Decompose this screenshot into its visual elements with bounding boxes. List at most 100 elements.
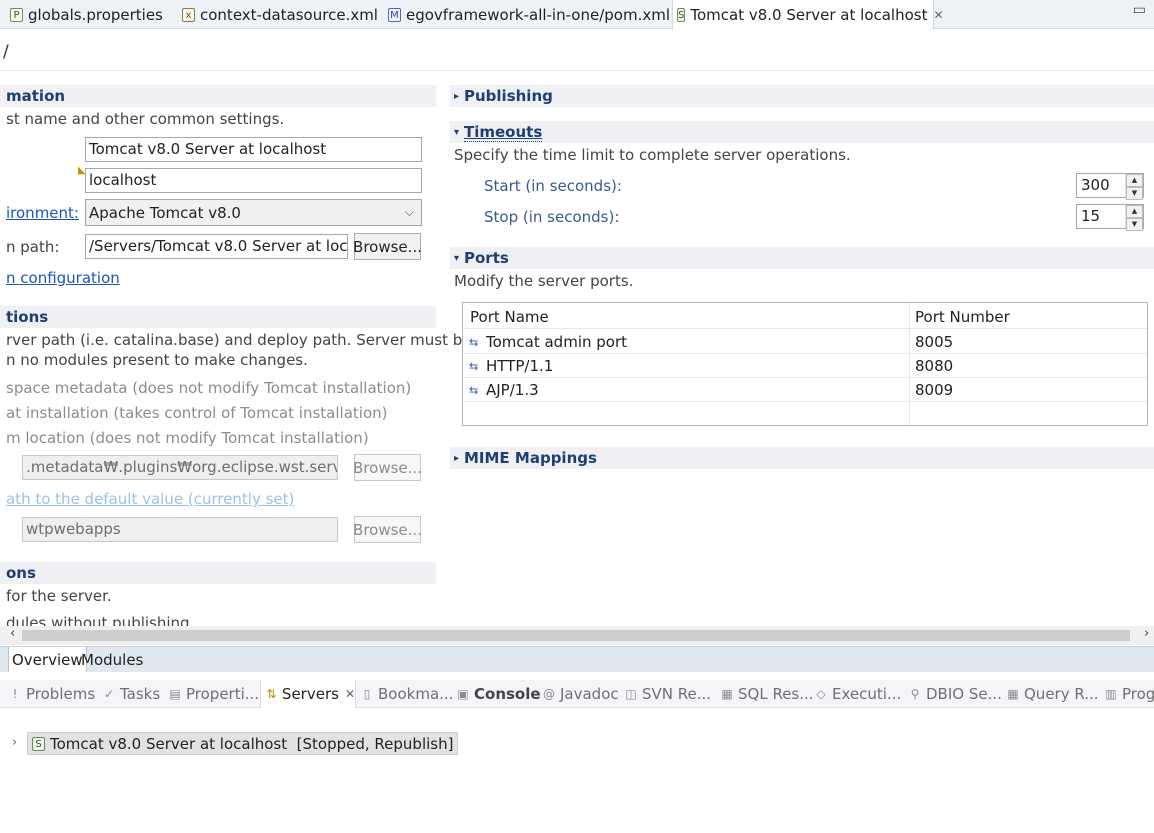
section-title: Publishing xyxy=(464,87,553,105)
close-icon[interactable]: ✕ xyxy=(933,8,943,22)
spinner-arrows[interactable]: ▲ ▼ xyxy=(1125,174,1143,200)
browse-config-button[interactable]: Browse... xyxy=(353,233,422,260)
table-header: Port Name Port Number xyxy=(463,303,1147,329)
server-stopped-icon: S xyxy=(32,736,45,751)
tab-dbio-search[interactable]: ⚲ DBIO Se... xyxy=(908,680,1002,708)
column-header-port-number[interactable]: Port Number xyxy=(915,308,1010,326)
query-result-icon: ▦ xyxy=(1007,687,1019,701)
tab-bookmarks[interactable]: ▯ Bookma... xyxy=(360,680,454,708)
close-icon[interactable]: ✕ xyxy=(345,687,355,701)
set-default-path-link[interactable]: ath to the default value (currently set) xyxy=(6,490,294,508)
section-ports[interactable]: ▾ Ports xyxy=(450,247,1154,269)
section-publishing[interactable]: ▸ Publishing xyxy=(450,85,1154,107)
chevron-up-icon[interactable]: ▲ xyxy=(1126,174,1143,187)
option-label[interactable]: dules without publishing xyxy=(6,614,190,626)
tab-label: Javadoc xyxy=(560,685,619,703)
browse-deploy-path-button[interactable]: Browse... xyxy=(353,516,422,543)
section-title: MIME Mappings xyxy=(464,449,597,467)
section-timeouts[interactable]: ▾ Timeouts xyxy=(450,121,1154,143)
configuration-path-label: n path: xyxy=(6,238,60,256)
runtime-environment-value: Apache Tomcat v8.0 xyxy=(89,203,241,222)
minimize-icon[interactable]: ▭ xyxy=(1133,2,1146,18)
maven-pom-icon: M xyxy=(388,7,401,22)
section-description: rver path (i.e. catalina.base) and deplo… xyxy=(6,331,472,349)
port-name-cell: ⇆ HTTP/1.1 xyxy=(469,357,553,375)
start-timeout-value[interactable]: 300 xyxy=(1077,174,1125,197)
tab-console[interactable]: ▣ Console xyxy=(456,680,540,708)
server-tree-item[interactable]: S Tomcat v8.0 Server at localhost [Stopp… xyxy=(27,732,459,755)
open-launch-configuration-link[interactable]: n configuration xyxy=(6,269,120,287)
port-name: HTTP/1.1 xyxy=(486,357,554,375)
tab-properties[interactable]: ▤ Properti... xyxy=(168,680,259,708)
tab-overview[interactable]: Overview xyxy=(8,647,87,672)
port-number-cell[interactable]: 8080 xyxy=(915,357,953,375)
radio-use-workspace-metadata[interactable]: space metadata (does not modify Tomcat i… xyxy=(6,379,411,397)
deploy-path-input[interactable]: wtpwebapps xyxy=(22,517,338,542)
section-title: mation xyxy=(6,87,66,105)
section-server-options[interactable]: ons xyxy=(0,562,436,584)
tab-label: Prog xyxy=(1122,685,1154,703)
server-path-input[interactable]: .metadata₩.plugins₩org.eclipse.wst.serve… xyxy=(22,455,338,480)
tab-javadoc[interactable]: @ Javadoc xyxy=(542,680,619,708)
clipped-option-row: dules without publishing xyxy=(0,612,436,626)
tab-svn-repositories[interactable]: ◫ SVN Re... xyxy=(624,680,711,708)
browse-server-path-button[interactable]: Browse... xyxy=(353,454,422,481)
scroll-left-icon[interactable]: ‹ xyxy=(10,626,15,641)
table-row[interactable]: ⇆ Tomcat admin port 8005 xyxy=(463,330,1147,354)
tab-label: Problems xyxy=(26,685,96,703)
radio-use-custom-location[interactable]: m location (does not modify Tomcat insta… xyxy=(6,429,369,447)
section-mime-mappings[interactable]: ▸ MIME Mappings xyxy=(450,447,1154,469)
host-name-input[interactable]: localhost xyxy=(85,168,422,193)
radio-use-tomcat-installation[interactable]: at installation (takes control of Tomcat… xyxy=(6,404,387,422)
spinner-arrows[interactable]: ▲ ▼ xyxy=(1125,205,1143,231)
tab-query-result[interactable]: ▦ Query R... xyxy=(1006,680,1098,708)
section-general-information[interactable]: mation xyxy=(0,85,436,107)
start-timeout-spinner[interactable]: 300 ▲ ▼ xyxy=(1076,173,1144,200)
scroll-right-icon[interactable]: › xyxy=(1144,626,1149,641)
table-row[interactable]: ⇆ HTTP/1.1 8080 xyxy=(463,354,1147,378)
chevron-down-icon[interactable]: ▼ xyxy=(1126,218,1143,231)
expand-chevron-icon[interactable]: › xyxy=(12,735,17,750)
table-row[interactable]: ⇆ AJP/1.3 8009 xyxy=(463,378,1147,402)
servers-icon: ⇅ xyxy=(266,687,277,701)
scrollbar-thumb[interactable] xyxy=(22,630,1130,641)
console-icon: ▣ xyxy=(457,687,469,701)
section-server-locations[interactable]: tions xyxy=(0,306,436,328)
tab-execution-plan[interactable]: ◇ Executi... xyxy=(814,680,901,708)
configuration-path-input[interactable]: /Servers/Tomcat v8.0 Server at localhc xyxy=(85,234,348,259)
tab-tasks[interactable]: ✓ Tasks xyxy=(102,680,160,708)
editor-tab-context-datasource[interactable]: x context-datasource.xml xyxy=(178,0,378,29)
tab-servers[interactable]: ⇅ Servers ✕ xyxy=(260,680,356,708)
tab-label: SVN Re... xyxy=(642,685,712,703)
stop-timeout-value[interactable]: 15 xyxy=(1077,205,1125,228)
section-title: Ports xyxy=(464,249,509,267)
editor-page-tabs: Overview Modules xyxy=(0,646,1154,672)
chevron-down-icon: ▾ xyxy=(454,126,460,138)
editor-tab-pom-xml[interactable]: M egovframework-all-in-one/pom.xml xyxy=(384,0,670,29)
tab-modules[interactable]: Modules xyxy=(78,647,146,672)
port-number-cell[interactable]: 8005 xyxy=(915,333,953,351)
port-number-cell[interactable]: 8009 xyxy=(915,381,953,399)
server-name-input[interactable]: Tomcat v8.0 Server at localhost xyxy=(85,137,422,162)
editor-tab-tomcat-server[interactable]: S Tomcat v8.0 Server at localhost ✕ xyxy=(672,0,944,30)
port-icon: ⇆ xyxy=(469,335,479,349)
divider xyxy=(0,70,1154,71)
editor-tab-globals-properties[interactable]: P globals.properties xyxy=(6,0,163,29)
tab-problems[interactable]: ! Problems xyxy=(8,680,96,708)
tab-label: Executi... xyxy=(832,685,902,703)
stop-timeout-label: Stop (in seconds): xyxy=(484,208,620,226)
tab-sql-results[interactable]: ▦ SQL Res... xyxy=(720,680,813,708)
editor-tab-label: Tomcat v8.0 Server at localhost xyxy=(690,6,928,24)
tab-progress[interactable]: ▥ Prog xyxy=(1104,680,1154,708)
port-icon: ⇆ xyxy=(469,383,479,397)
tasks-icon: ✓ xyxy=(103,687,115,701)
stop-timeout-spinner[interactable]: 15 ▲ ▼ xyxy=(1076,204,1144,231)
chevron-right-icon: ▸ xyxy=(454,452,460,464)
chevron-up-icon[interactable]: ▲ xyxy=(1126,205,1143,218)
runtime-environment-select[interactable]: Apache Tomcat v8.0 ⌵ xyxy=(85,199,422,226)
runtime-environment-link[interactable]: ironment: xyxy=(6,204,79,222)
column-header-port-name[interactable]: Port Name xyxy=(470,308,549,326)
xml-file-icon: x xyxy=(182,7,195,22)
chevron-down-icon[interactable]: ▼ xyxy=(1126,187,1143,200)
editor-tab-label: egovframework-all-in-one/pom.xml xyxy=(406,5,671,24)
